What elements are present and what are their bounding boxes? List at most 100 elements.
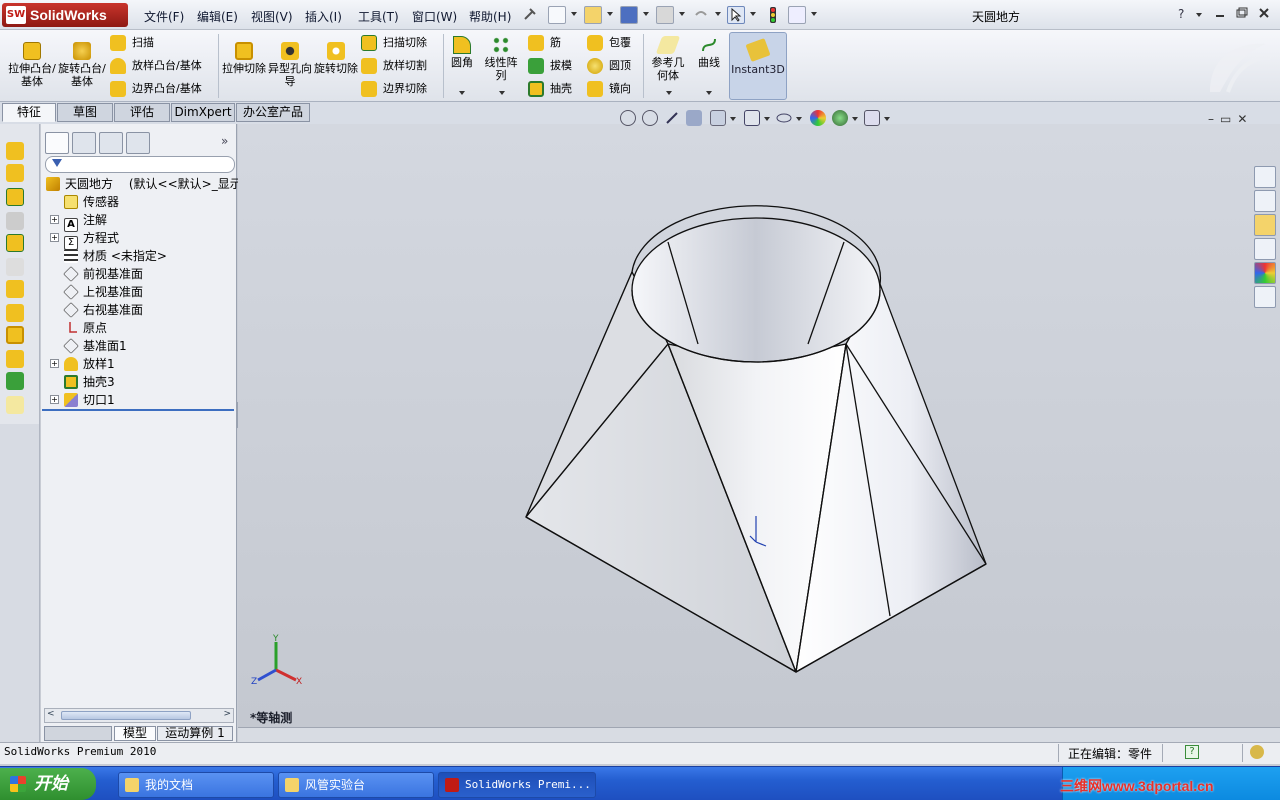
tree-item-top-plane[interactable]: 上视基准面 (63, 283, 143, 301)
select-pointer-icon[interactable] (727, 6, 745, 24)
combine-icon[interactable] (6, 350, 24, 368)
new-caret-icon[interactable] (571, 12, 577, 16)
expand-icon[interactable]: + (50, 395, 59, 404)
display-caret-icon[interactable] (764, 117, 770, 121)
open-caret-icon[interactable] (607, 12, 613, 16)
copy-body-icon[interactable] (6, 258, 24, 276)
hole-wizard-button[interactable]: 异型孔向导 (268, 42, 312, 88)
sketch-icon[interactable] (6, 164, 24, 182)
tree-item-front-plane[interactable]: 前视基准面 (63, 265, 143, 283)
move-icon[interactable] (6, 212, 24, 230)
tab-motion-study[interactable]: 运动算例 1 (157, 726, 233, 741)
hide-show-caret-icon[interactable] (796, 117, 802, 121)
loft-boss-button[interactable]: 放样凸台/基体 (110, 57, 202, 75)
expand-icon[interactable]: + (50, 215, 59, 224)
rib-button[interactable]: 筋 (528, 34, 561, 52)
scene-caret-icon[interactable] (852, 117, 858, 121)
feature-tree-scrollbar[interactable]: < > (44, 708, 234, 723)
open-folder-icon[interactable] (584, 6, 602, 24)
plane-axis-icon[interactable] (6, 304, 24, 322)
menu-file[interactable]: 文件(F) (144, 8, 184, 25)
cut-icon[interactable] (6, 234, 24, 252)
shell-tool-icon[interactable] (6, 326, 24, 344)
mirror-button[interactable]: 镜向 (587, 80, 631, 98)
scroll-left-icon[interactable]: < (47, 709, 55, 719)
tree-item-sensors[interactable]: 传感器 (64, 193, 119, 211)
rebuild-traffic-light-icon[interactable] (764, 6, 782, 24)
dome-button[interactable]: 圆顶 (587, 57, 631, 75)
menu-tools[interactable]: 工具(T) (358, 8, 399, 25)
tree-item-rip1[interactable]: + 切口1 (50, 391, 115, 409)
pin-menu-icon[interactable] (522, 6, 538, 24)
scroll-right-icon[interactable]: > (223, 709, 231, 719)
tab-nav-arrows[interactable] (44, 726, 112, 741)
menu-window[interactable]: 窗口(W) (412, 8, 457, 25)
tab-model[interactable]: 模型 (114, 726, 156, 741)
swept-cut-button[interactable]: 扫描切除 (361, 34, 427, 52)
revolve-cut-button[interactable]: 旋转切除 (314, 42, 358, 75)
boundary-cut-button[interactable]: 边界切除 (361, 80, 427, 98)
tab-features[interactable]: 特征 (2, 103, 56, 122)
draft-button[interactable]: 拔模 (528, 57, 572, 75)
tree-item-right-plane[interactable]: 右视基准面 (63, 301, 143, 319)
shell-button[interactable]: 抽壳 (528, 80, 572, 98)
close-icon[interactable] (1258, 7, 1270, 22)
expand-icon[interactable]: + (50, 359, 59, 368)
help-caret-icon[interactable] (1196, 13, 1202, 17)
dimxpert-manager-tab-icon[interactable] (126, 132, 150, 154)
undo-icon[interactable] (692, 6, 710, 24)
tab-sketch[interactable]: 草图 (57, 103, 113, 122)
instant3d-button[interactable]: Instant3D (729, 32, 787, 100)
settings-caret-icon[interactable] (884, 117, 890, 121)
minimize-icon[interactable] (1214, 7, 1226, 22)
extrude-boss-button[interactable]: 拉伸凸台/基体 (8, 42, 56, 88)
draft-tool-icon[interactable] (6, 372, 24, 390)
undo-caret-icon[interactable] (715, 12, 721, 16)
expand-panel-icon[interactable]: » (221, 134, 228, 148)
curves-caret-icon[interactable] (706, 91, 712, 95)
status-tag-icon[interactable] (1250, 745, 1264, 759)
select-caret-icon[interactable] (750, 12, 756, 16)
taskbar-item-duct-bench[interactable]: 风管实验台 (278, 772, 434, 798)
menu-help[interactable]: 帮助(H) (469, 8, 511, 25)
new-doc-icon[interactable] (548, 6, 566, 24)
orientation-caret-icon[interactable] (730, 117, 736, 121)
tab-office-products[interactable]: 办公室产品 (236, 103, 310, 122)
fillet-caret-icon[interactable] (459, 91, 465, 95)
lofted-cut-button[interactable]: 放样切割 (361, 57, 427, 75)
tree-item-plane1[interactable]: 基准面1 (63, 337, 127, 355)
menu-view[interactable]: 视图(V) (251, 8, 293, 25)
taskbar-item-solidworks[interactable]: SolidWorks Premi... (438, 772, 596, 798)
menu-insert[interactable]: 插入(I) (305, 8, 342, 25)
save-icon[interactable] (620, 6, 638, 24)
feature-tree-tab-icon[interactable] (45, 132, 69, 154)
wrap-button[interactable]: 包覆 (587, 34, 631, 52)
refgeom-caret-icon[interactable] (666, 91, 672, 95)
options-caret-icon[interactable] (811, 12, 817, 16)
tree-item-material[interactable]: 材质 <未指定> (64, 247, 167, 265)
print-icon[interactable] (656, 6, 674, 24)
revolve-boss-button[interactable]: 旋转凸台/基体 (58, 42, 106, 88)
menu-edit[interactable]: 编辑(E) (197, 8, 238, 25)
solid-icon[interactable] (6, 280, 24, 298)
pattern-caret-icon[interactable] (499, 91, 505, 95)
reference-geometry-button[interactable]: 参考几何体 (647, 36, 689, 82)
sweep-button[interactable]: 扫描 (110, 34, 154, 52)
reference-icon[interactable] (6, 396, 24, 414)
extrude-icon[interactable] (6, 188, 24, 206)
part-model[interactable] (238, 124, 1280, 728)
start-button[interactable]: 开始 (0, 768, 96, 800)
restore-icon[interactable] (1236, 7, 1248, 22)
expand-icon[interactable]: + (50, 233, 59, 242)
linear-pattern-button[interactable]: 线性阵列 (480, 36, 522, 82)
feature-filter-input[interactable] (45, 156, 235, 173)
boundary-boss-button[interactable]: 边界凸台/基体 (110, 80, 202, 98)
taskbar-item-my-documents[interactable]: 我的文档 (118, 772, 274, 798)
solidworks-logo[interactable]: SW SolidWorks (2, 3, 128, 27)
tree-item-loft1[interactable]: + 放样1 (50, 355, 115, 373)
tree-item-shell3[interactable]: 抽壳3 (64, 373, 115, 391)
print-caret-icon[interactable] (679, 12, 685, 16)
help-icon[interactable]: ? (1178, 7, 1184, 21)
save-caret-icon[interactable] (643, 12, 649, 16)
property-manager-tab-icon[interactable] (72, 132, 96, 154)
